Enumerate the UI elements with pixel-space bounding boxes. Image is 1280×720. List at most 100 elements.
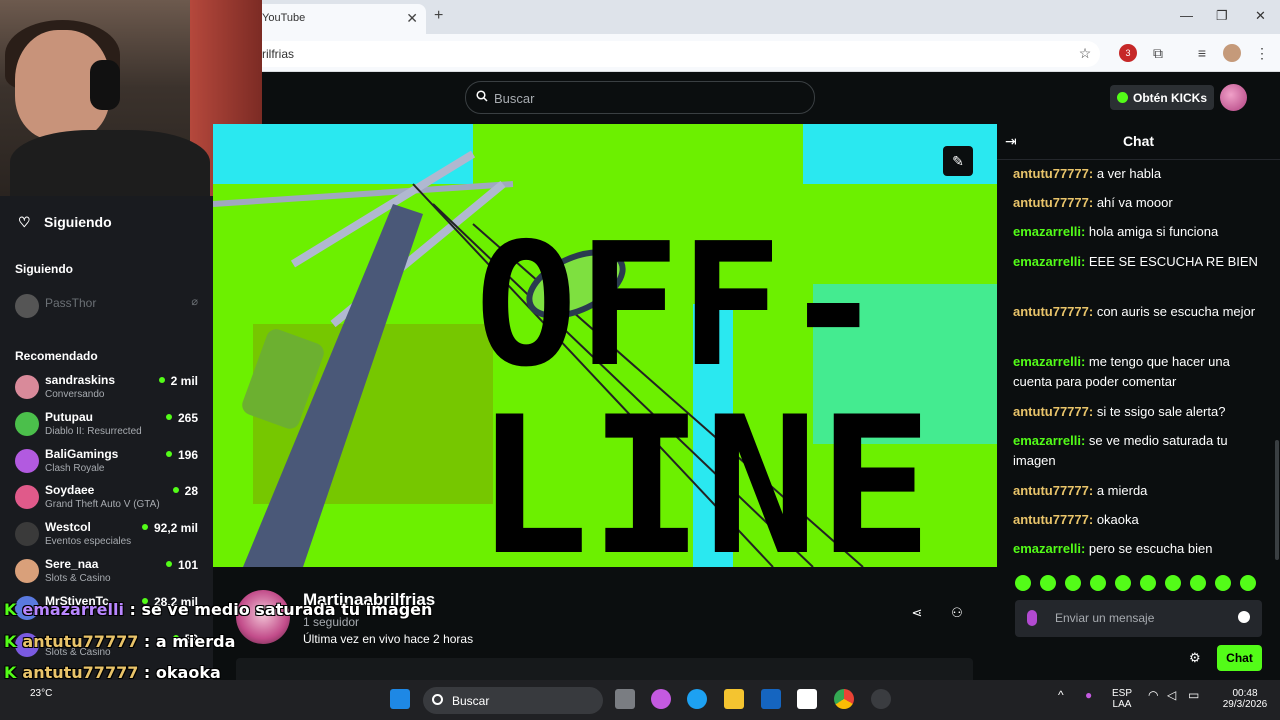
chat-message: emazarrelli: hola amiga si funciona bbox=[1013, 224, 1219, 239]
sidebar-item-recommended[interactable]: sandraskins Conversando 2 mil bbox=[15, 373, 205, 407]
sidebar-item-recommended[interactable]: Soydaee Grand Theft Auto V (GTA) 28 bbox=[15, 483, 205, 517]
channel-name: PassThor bbox=[45, 296, 97, 310]
extensions-puzzle-icon[interactable]: ⧉ bbox=[1149, 44, 1167, 62]
extension-badge-icon[interactable]: 3 bbox=[1119, 44, 1137, 62]
app-icon[interactable] bbox=[761, 689, 781, 709]
weather-temp[interactable]: 23°C bbox=[30, 688, 52, 699]
emote-icon[interactable] bbox=[1115, 575, 1131, 591]
microphone-icon[interactable] bbox=[1027, 610, 1037, 626]
following-nav[interactable]: ♡ Siguiendo bbox=[18, 214, 112, 231]
taskbar-search[interactable]: Buscar bbox=[423, 687, 603, 714]
edit-pencil-icon[interactable]: ✎ bbox=[943, 146, 973, 176]
sidebar-item-recommended[interactable]: Putupau Diablo II: Resurrected 265 bbox=[15, 410, 205, 444]
obs-icon[interactable] bbox=[871, 689, 891, 709]
chat-message: antutu77777: con auris se escucha mejor bbox=[1013, 304, 1256, 319]
close-window-button[interactable]: ✕ bbox=[1255, 8, 1266, 24]
channel-name: Putupau bbox=[45, 409, 93, 424]
viewer-count: 196 bbox=[166, 448, 198, 462]
tray-chevron-icon[interactable]: ^ bbox=[1058, 688, 1064, 702]
wifi-icon[interactable]: ◠ bbox=[1148, 688, 1158, 702]
following-nav-label: Siguiendo bbox=[44, 214, 112, 230]
chat-text: hola amiga si funciona bbox=[1088, 224, 1219, 239]
channel-category: Conversando bbox=[45, 389, 105, 400]
emote-icon[interactable] bbox=[1165, 575, 1181, 591]
channel-category: Clash Royale bbox=[45, 462, 105, 474]
avatar bbox=[15, 448, 39, 473]
channel-name: Westcol bbox=[45, 520, 91, 535]
emote-bar bbox=[1015, 575, 1265, 595]
collapse-chat-icon[interactable]: ⇥ bbox=[1005, 133, 1017, 150]
browser-tab[interactable]: YouTube ✕ bbox=[250, 4, 426, 34]
emote-icon[interactable] bbox=[1140, 575, 1156, 591]
chat-send-button[interactable]: Chat bbox=[1217, 645, 1262, 671]
share-icon[interactable]: ⋖ bbox=[909, 605, 925, 621]
sidebar-item-recommended[interactable]: BaliGamings Clash Royale 196 bbox=[15, 447, 205, 481]
tab-close-icon[interactable]: ✕ bbox=[406, 10, 418, 27]
battery-icon[interactable]: ▭ bbox=[1188, 688, 1199, 702]
clock-date: 29/3/2026 bbox=[1222, 699, 1268, 710]
emoji-icon[interactable] bbox=[1238, 611, 1250, 623]
user-avatar[interactable] bbox=[1220, 84, 1247, 111]
chat-message: emazarrelli: se ve medio saturada tu ima… bbox=[1013, 433, 1228, 468]
get-kicks-button[interactable]: Obtén KICKs bbox=[1110, 85, 1214, 110]
browser-menu-icon[interactable]: ⋮ bbox=[1253, 44, 1271, 62]
sidebar-item-passthor[interactable]: PassThor ⌀ bbox=[15, 292, 205, 326]
chat-username[interactable]: emazarrelli bbox=[1013, 541, 1081, 556]
volume-icon[interactable]: ◁ bbox=[1167, 688, 1176, 702]
profile-avatar-icon[interactable] bbox=[1223, 44, 1241, 62]
emote-icon[interactable] bbox=[1215, 575, 1231, 591]
media-control-icon[interactable]: ≡ bbox=[1193, 44, 1211, 62]
chat-username[interactable]: emazarrelli bbox=[1013, 254, 1081, 269]
kick-logo-icon: K bbox=[4, 632, 17, 651]
emote-icon[interactable] bbox=[1040, 575, 1056, 591]
taskbar-search-label: Buscar bbox=[452, 694, 490, 708]
maximize-button[interactable]: ❐ bbox=[1216, 8, 1228, 24]
address-bar[interactable]: rilfrias bbox=[250, 41, 1100, 67]
channel-name: BaliGamings bbox=[45, 446, 119, 461]
emote-icon[interactable] bbox=[1015, 575, 1031, 591]
emote-icon[interactable] bbox=[1240, 575, 1256, 591]
search-input[interactable]: Buscar bbox=[465, 81, 815, 114]
emote-icon[interactable] bbox=[1090, 575, 1106, 591]
chat-message: emazarrelli: pero se escucha bien bbox=[1013, 541, 1213, 556]
store-icon[interactable] bbox=[797, 689, 817, 709]
chat-settings-gear-icon[interactable]: ⚙ bbox=[1189, 650, 1201, 666]
channel-category: Diablo II: Resurrected bbox=[45, 425, 142, 437]
chat-username[interactable]: emazarrelli bbox=[1013, 354, 1081, 369]
language-indicator[interactable]: ESP LAA bbox=[1112, 688, 1132, 710]
follow-user-icon[interactable]: ⚇ bbox=[949, 605, 965, 621]
chat-input[interactable]: Enviar un mensaje bbox=[1015, 600, 1262, 637]
file-explorer-icon[interactable] bbox=[724, 689, 744, 709]
avatar bbox=[15, 294, 39, 318]
emote-icon[interactable] bbox=[1065, 575, 1081, 591]
minimize-button[interactable]: — bbox=[1180, 8, 1193, 23]
chat-username[interactable]: antutu77777 bbox=[1013, 483, 1089, 498]
search-icon bbox=[432, 694, 443, 705]
sidebar-item-recommended[interactable]: Westcol Eventos especiales 92,2 mil bbox=[15, 520, 205, 554]
chrome-icon[interactable] bbox=[834, 689, 854, 709]
new-tab-button[interactable]: + bbox=[434, 7, 443, 25]
chat-username[interactable]: antutu77777 bbox=[1013, 304, 1089, 319]
tab-title: YouTube bbox=[262, 12, 306, 24]
chat-scrollbar[interactable] bbox=[1275, 440, 1279, 560]
bookmark-star-icon[interactable]: ☆ bbox=[1076, 44, 1094, 62]
tray-mic-icon[interactable]: ● bbox=[1085, 688, 1092, 702]
task-view-icon[interactable] bbox=[615, 689, 635, 709]
chat-text: ahí va mooor bbox=[1096, 195, 1173, 210]
chat-username[interactable]: antutu77777 bbox=[1013, 166, 1089, 181]
clock[interactable]: 00:48 29/3/2026 bbox=[1215, 688, 1275, 710]
chat-username[interactable]: antutu77777 bbox=[1013, 512, 1089, 527]
last-live: Última vez en vivo hace 2 horas bbox=[303, 632, 474, 646]
chat-username[interactable]: emazarrelli bbox=[1013, 224, 1081, 239]
chat-username[interactable]: antutu77777 bbox=[1013, 404, 1089, 419]
emote-icon[interactable] bbox=[1190, 575, 1206, 591]
avatar bbox=[15, 559, 39, 583]
chat-username[interactable]: antutu77777 bbox=[1013, 195, 1089, 210]
avatar bbox=[15, 522, 39, 547]
copilot-icon[interactable] bbox=[651, 689, 671, 709]
edge-icon[interactable] bbox=[687, 689, 707, 709]
sidebar-item-recommended[interactable]: Sere_naa Slots & Casino 101 bbox=[15, 557, 205, 591]
windows-start-icon[interactable] bbox=[390, 689, 410, 709]
chat-username[interactable]: emazarrelli bbox=[1013, 433, 1081, 448]
video-player-offline[interactable]: OFF- LINE bbox=[213, 124, 997, 567]
